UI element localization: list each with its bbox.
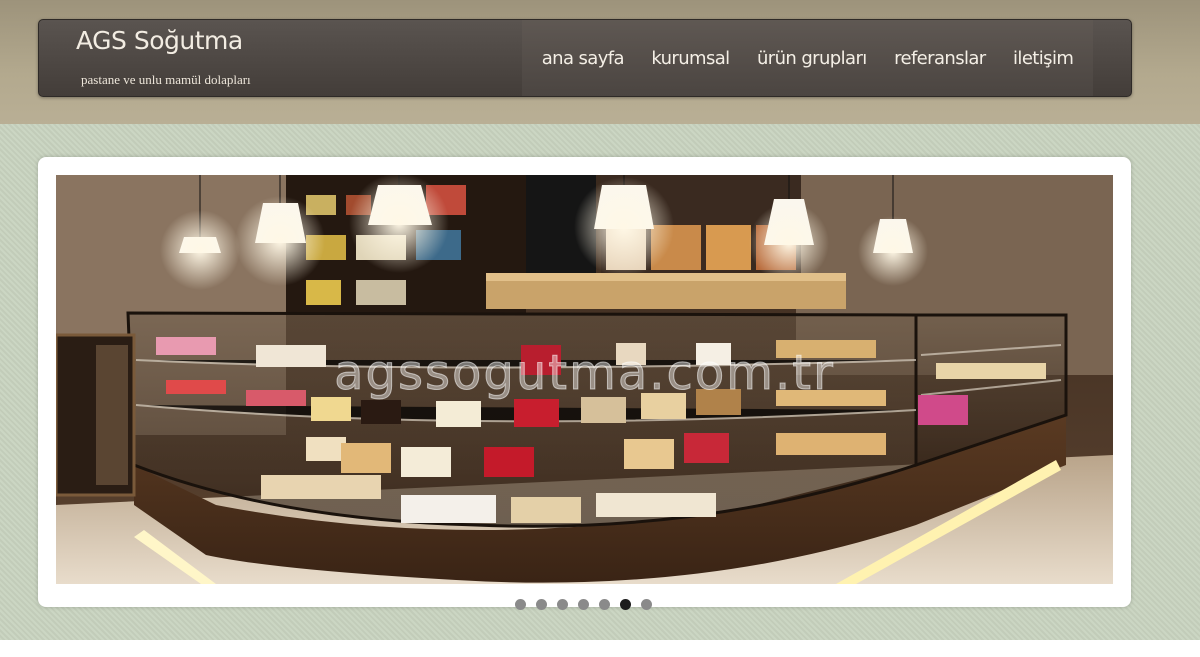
slider-dot-6[interactable] [620,599,631,610]
slider-dot-5[interactable] [599,599,610,610]
header-band: AGS Soğutma pastane ve unlu mamül dolapl… [0,0,1200,124]
slider-card: agssogutma.com.tr [38,157,1131,607]
slider-pagination [515,599,652,610]
slider-dot-2[interactable] [536,599,547,610]
slider-dot-1[interactable] [515,599,526,610]
nav-referanslar[interactable]: referanslar [894,48,986,69]
nav-urun-gruplari[interactable]: ürün grupları [757,48,867,69]
nav-kurumsal[interactable]: kurumsal [651,48,730,69]
slider-dot-7[interactable] [641,599,652,610]
site-title[interactable]: AGS Soğutma [76,26,243,55]
slider-dot-3[interactable] [557,599,568,610]
nav-ana-sayfa[interactable]: ana sayfa [542,48,625,69]
slide-image[interactable]: agssogutma.com.tr [56,175,1113,584]
header-bar: AGS Soğutma pastane ve unlu mamül dolapl… [38,19,1132,97]
slider-dot-4[interactable] [578,599,589,610]
main-nav: ana sayfa kurumsal ürün grupları referan… [522,20,1093,96]
site-tagline: pastane ve unlu mamül dolapları [81,72,251,87]
watermark-text: agssogutma.com.tr [334,345,835,402]
nav-iletisim[interactable]: iletişim [1013,48,1074,69]
